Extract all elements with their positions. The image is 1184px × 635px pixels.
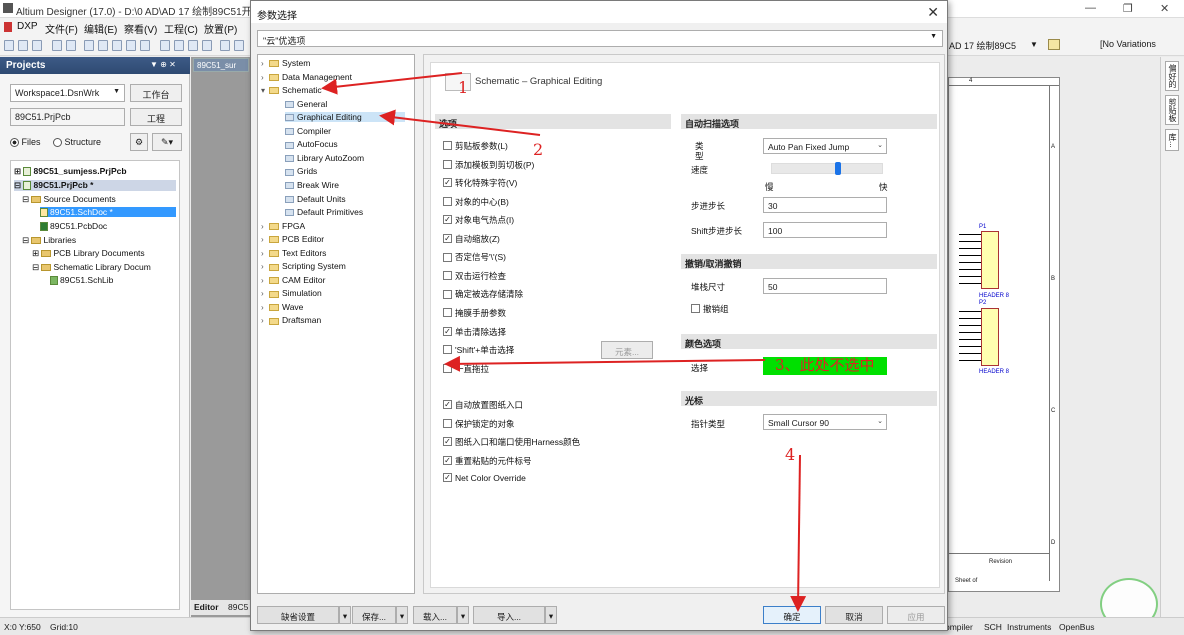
- arrow-1: [321, 72, 463, 95]
- annotation-arrows: [321, 72, 807, 612]
- annotation-3: 3、此处不选中: [775, 356, 875, 374]
- arrow-3: [444, 355, 766, 372]
- arrow-4: [790, 454, 807, 612]
- annotation-1: 1: [458, 78, 469, 97]
- arrow-2: [379, 109, 541, 136]
- annotation-4: 4: [785, 445, 796, 464]
- annotation-2: 2: [533, 140, 544, 159]
